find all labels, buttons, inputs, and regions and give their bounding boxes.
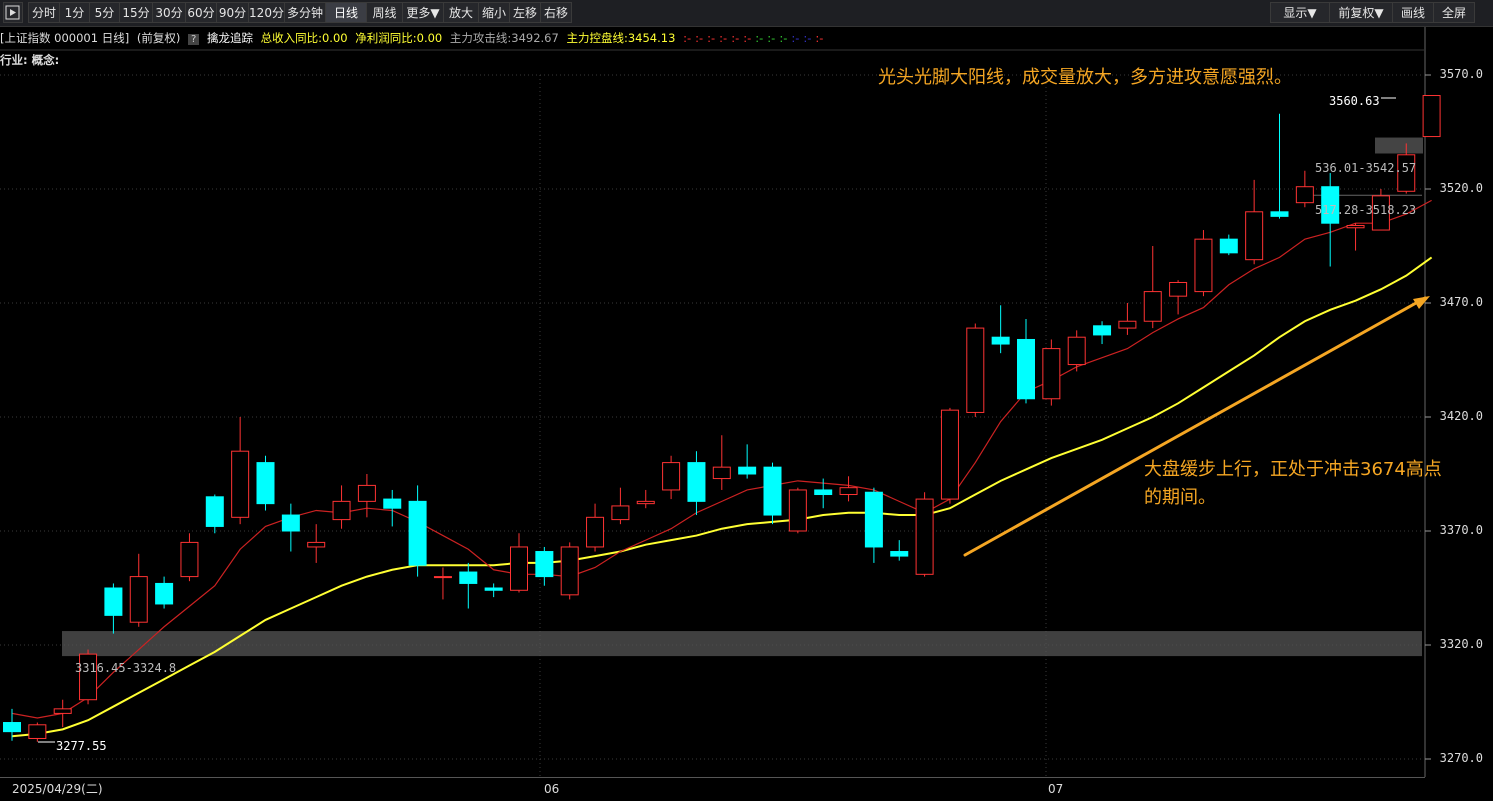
candle-body-29 <box>738 466 757 475</box>
candle-body-31 <box>788 489 807 532</box>
candle-body-17 <box>433 576 452 579</box>
candle-body-18 <box>459 571 478 584</box>
candle-body-19 <box>484 587 503 591</box>
price-tick-0: 3570.0 <box>1439 67 1483 81</box>
candle-body-39 <box>991 336 1010 345</box>
candle-body-25 <box>636 500 655 505</box>
candle-body-15 <box>383 498 402 509</box>
candle-body-33 <box>839 487 858 496</box>
candle-body-40 <box>1017 338 1035 400</box>
candle-body-37 <box>940 409 959 500</box>
candle-body-26 <box>662 462 681 491</box>
candle-body-42 <box>1067 336 1086 366</box>
price-tick-3: 3420.0 <box>1439 409 1483 423</box>
candle-body-0 <box>3 722 21 733</box>
candle-body-13 <box>332 500 351 521</box>
candle-body-9 <box>231 450 250 518</box>
price-tick-6: 3270.0 <box>1439 751 1483 765</box>
candle-body-48 <box>1219 238 1238 254</box>
candle-body-50 <box>1270 211 1289 217</box>
candle-body-38 <box>966 327 985 413</box>
price-tick-4: 3370.0 <box>1439 523 1483 537</box>
trend-arrow-line <box>963 296 1427 557</box>
annotation-mid-line1: 大盘缓步上行，正处于冲击3674高点 <box>1144 459 1442 480</box>
candle-body-14 <box>357 484 376 502</box>
candle-body-51 <box>1295 186 1314 204</box>
low-price-label: 3277.55 <box>56 739 107 753</box>
candle-body-8 <box>205 496 224 527</box>
candle-body-28 <box>712 466 731 480</box>
candle-body-21 <box>535 551 554 578</box>
kline-chart[interactable]: 3560.63 3277.55 3316.45-3324.8 536.01-3542.… <box>0 0 1493 800</box>
candle-body-24 <box>611 505 630 521</box>
high-price-label: 3560.63 <box>1329 94 1380 108</box>
zone2-label: 536.01-3542.57 <box>1315 161 1416 175</box>
date-axis: 2025/04/29(二) 06 07 <box>0 777 1425 801</box>
candle-body-45 <box>1143 291 1162 322</box>
candle-body-7 <box>180 541 199 578</box>
date-month-07: 07 <box>1048 782 1064 796</box>
date-month-06: 06 <box>544 782 560 796</box>
annotation-mid-line2: 的期间。 <box>1144 487 1216 508</box>
candle-body-56 <box>1422 95 1441 138</box>
candle-body-36 <box>915 498 934 575</box>
candle-body-47 <box>1194 238 1213 293</box>
candle-body-11 <box>281 514 300 532</box>
candle-body-43 <box>1093 325 1112 336</box>
candle-body-46 <box>1169 281 1188 297</box>
candle-body-1 <box>28 724 47 739</box>
support-zone <box>62 631 1422 657</box>
candle-body-53 <box>1346 224 1365 229</box>
candle-body-4 <box>104 587 123 616</box>
price-tick-2: 3470.0 <box>1439 295 1483 309</box>
ma20-line <box>11 256 1433 738</box>
candle-body-12 <box>307 541 326 548</box>
candle-body-22 <box>560 546 579 596</box>
candle-body-23 <box>586 516 605 548</box>
zone1-label: 3316.45-3324.8 <box>75 661 176 675</box>
price-tick-1: 3520.0 <box>1439 181 1483 195</box>
candle-body-27 <box>687 462 706 502</box>
candle-body-34 <box>864 491 883 548</box>
candle-body-35 <box>890 551 909 557</box>
candle-body-41 <box>1042 348 1061 400</box>
candle-body-32 <box>814 489 833 496</box>
zone3-label: 517.28-3518.23 <box>1315 203 1416 217</box>
candle-body-6 <box>155 582 174 605</box>
candle-body-10 <box>256 462 275 505</box>
candle-body-49 <box>1245 211 1264 261</box>
annotation-top: 光头光脚大阳线，成交量放大，多方进攻意愿强烈。 <box>878 67 1292 88</box>
candle-body-30 <box>763 466 782 516</box>
candle-body-16 <box>408 500 427 566</box>
resistance-zone <box>1375 137 1423 154</box>
candle-body-5 <box>129 576 148 623</box>
date-start: 2025/04/29(二) <box>12 782 103 796</box>
candle-body-2 <box>53 708 72 714</box>
candle-body-20 <box>510 546 528 591</box>
price-tick-5: 3320.0 <box>1439 637 1483 651</box>
candle-body-44 <box>1118 320 1137 329</box>
